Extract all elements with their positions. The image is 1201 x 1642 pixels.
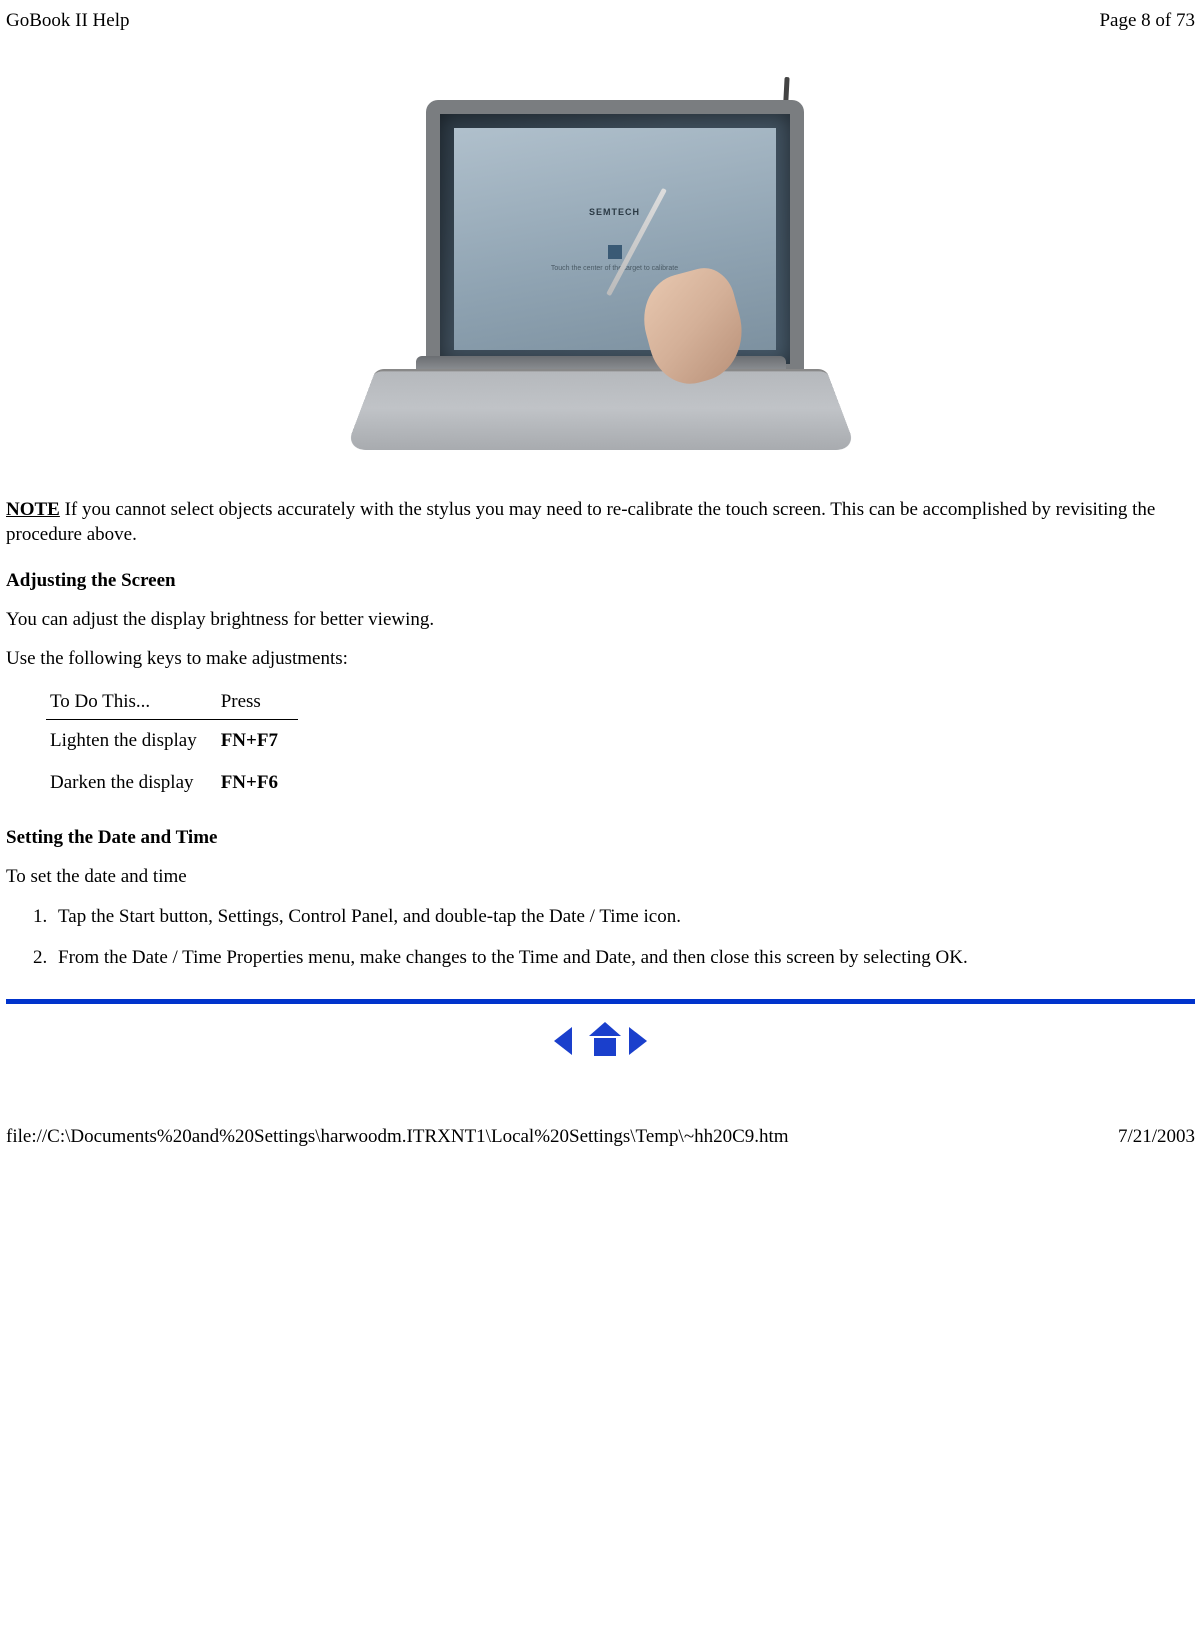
note-paragraph: NOTE If you cannot select objects accura… (6, 498, 1195, 547)
footer-path: file://C:\Documents%20and%20Settings\har… (6, 1126, 789, 1148)
datetime-intro: To set the date and time (6, 865, 1195, 890)
table-cell-action: Darken the display (46, 762, 217, 804)
header-title: GoBook II Help (6, 10, 129, 32)
key-adjustment-table: To Do This... Press Lighten the display … (46, 685, 298, 804)
home-roof-icon (589, 1022, 621, 1036)
laptop-illustration: SEMTECH Touch the center of the target t… (366, 72, 836, 462)
table-cell-key: FN+F7 (217, 720, 298, 763)
table-cell-key: FN+F6 (217, 762, 298, 804)
heading-adjusting-screen: Adjusting the Screen (6, 569, 1195, 594)
page-header: GoBook II Help Page 8 of 73 (6, 10, 1195, 32)
laptop-keyboard-base (345, 369, 856, 450)
page-footer: file://C:\Documents%20and%20Settings\har… (0, 1126, 1201, 1156)
table-header-row: To Do This... Press (46, 685, 298, 720)
note-label: NOTE (6, 499, 60, 520)
table-row: Lighten the display FN+F7 (46, 720, 298, 763)
page-indicator: Page 8 of 73 (1099, 10, 1195, 32)
previous-page-icon[interactable] (554, 1027, 572, 1055)
navigation-icons (6, 1026, 1195, 1056)
table-header-action: To Do This... (46, 685, 217, 720)
list-item: Tap the Start button, Settings, Control … (52, 904, 1195, 930)
note-text: If you cannot select objects accurately … (6, 499, 1155, 545)
list-item: From the Date / Time Properties menu, ma… (52, 945, 1195, 971)
datetime-steps: Tap the Start button, Settings, Control … (6, 904, 1195, 971)
page-container: GoBook II Help Page 8 of 73 SEMTECH Touc… (0, 0, 1201, 1126)
home-body-icon (594, 1038, 616, 1056)
screen-logo: SEMTECH (589, 207, 640, 217)
table-row: Darken the display FN+F6 (46, 762, 298, 804)
hand-with-stylus (626, 232, 756, 382)
next-page-icon[interactable] (629, 1027, 647, 1055)
adjust-p2: Use the following keys to make adjustmen… (6, 647, 1195, 672)
table-header-press: Press (217, 685, 298, 720)
hand-icon (633, 262, 753, 393)
table-cell-action: Lighten the display (46, 720, 217, 763)
calibration-target-icon (608, 245, 622, 259)
footer-date: 7/21/2003 (1118, 1126, 1195, 1148)
adjust-p1: You can adjust the display brightness fo… (6, 608, 1195, 633)
heading-date-time: Setting the Date and Time (6, 826, 1195, 851)
laptop-figure: SEMTECH Touch the center of the target t… (6, 72, 1195, 468)
divider-bar (6, 999, 1195, 1004)
home-icon[interactable] (585, 1026, 617, 1056)
